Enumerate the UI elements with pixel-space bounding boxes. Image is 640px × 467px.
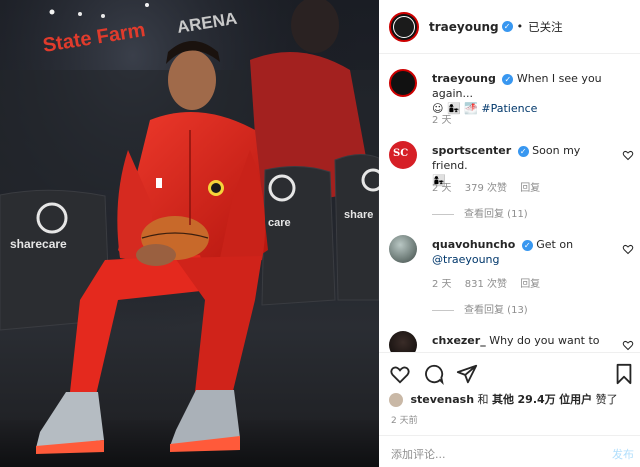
likes-summary[interactable]: stevenash 和 其他 29.4万 位用户 赞了 (389, 391, 618, 407)
comment-icon[interactable] (423, 363, 445, 385)
commenter-username[interactable]: sportscenter (432, 144, 511, 157)
header-username[interactable]: traeyoung (429, 20, 499, 34)
photo-illustration: sharecare care share State Farm ARENA (0, 0, 379, 467)
post-actions: stevenash 和 其他 29.4万 位用户 赞了 2 天前 添加评论...… (379, 352, 640, 467)
commenter-username[interactable]: quavohuncho (432, 238, 515, 251)
add-comment-bar: 添加评论... 发布 (379, 435, 640, 467)
comments-list[interactable]: traeyoung ✓ When I see you again... ☺ 👩‍… (379, 55, 640, 352)
caption-username[interactable]: traeyoung (432, 72, 496, 85)
caption-age: 2 天 (432, 115, 452, 126)
post-header: traeyoung ✓ • 已关注 (379, 0, 640, 54)
commenter-avatar[interactable] (389, 331, 417, 352)
comment-likes[interactable]: 379 次赞 (465, 183, 507, 194)
commenter-avatar[interactable] (389, 235, 417, 263)
commenter-username[interactable]: chxezer_ (432, 334, 486, 347)
comment-item: chxezer_ Why do you want to (389, 331, 634, 352)
post-comment-button[interactable]: 发布 (612, 446, 634, 462)
bookmark-icon[interactable] (614, 363, 634, 385)
caption-body: traeyoung ✓ When I see you again... ☺ 👩‍… (432, 71, 632, 116)
comment-meta: 2 天 379 次赞 回复 (432, 179, 550, 194)
svg-text:share: share (344, 209, 373, 221)
comment-item: quavohuncho ✓ Get on @traeyoung 2 天 831 … (389, 235, 634, 327)
follow-status-button[interactable]: 已关注 (528, 19, 563, 35)
header-avatar[interactable] (389, 11, 419, 42)
svg-text:care: care (268, 217, 291, 229)
comment-age: 2 天 (432, 279, 452, 290)
comment-likes[interactable]: 831 次赞 (465, 279, 507, 290)
comment-text: Why do you want to (489, 334, 600, 347)
verified-icon: ✓ (501, 21, 513, 32)
comment-text: Get on (536, 238, 574, 251)
comment-input[interactable]: 添加评论... (391, 446, 446, 462)
separator-dot: • (516, 20, 524, 33)
likes-action: 赞了 (595, 393, 618, 406)
seat-logo-text: sharecare (10, 237, 67, 251)
liker-avatar (389, 393, 403, 407)
view-replies-button[interactable]: 查看回复 (13) (432, 301, 528, 316)
comment-item: SC sportscenter ✓ Soon my friend. 👩‍👧 2 … (389, 141, 634, 233)
post-timestamp[interactable]: 2 天前 (391, 413, 418, 426)
comment-body: quavohuncho ✓ Get on @traeyoung (432, 237, 612, 267)
caption-avatar[interactable] (389, 69, 417, 97)
hashtag-link[interactable]: #Patience (481, 102, 537, 115)
like-comment-heart-icon[interactable] (622, 339, 634, 351)
caption-meta: 2 天 (432, 111, 462, 126)
likes-suffix: 位用户 (559, 393, 593, 406)
reply-button[interactable]: 回复 (520, 183, 540, 194)
like-comment-heart-icon[interactable] (622, 243, 634, 255)
verified-icon: ✓ (502, 73, 514, 85)
like-comment-heart-icon[interactable] (622, 149, 634, 161)
liker-username[interactable]: stevenash (411, 393, 475, 406)
comment-meta: 2 天 831 次赞 回复 (432, 275, 550, 290)
like-heart-icon[interactable] (389, 363, 411, 385)
caption: traeyoung ✓ When I see you again... ☺ 👩‍… (389, 69, 634, 129)
verified-icon: ✓ (521, 239, 533, 251)
post-details-panel: traeyoung ✓ • 已关注 traeyoung ✓ When I see… (379, 0, 640, 467)
comment-age: 2 天 (432, 183, 452, 194)
reply-button[interactable]: 回复 (520, 279, 540, 290)
share-send-icon[interactable] (456, 363, 478, 385)
view-replies-button[interactable]: 查看回复 (11) (432, 205, 528, 220)
likes-others[interactable]: 其他 (492, 393, 514, 406)
verified-icon: ✓ (517, 145, 529, 157)
action-icons (389, 363, 634, 385)
comment-body: chxezer_ Why do you want to (432, 333, 612, 348)
mention-link[interactable]: @traeyoung (432, 253, 500, 266)
likes-connector: 和 (477, 393, 489, 406)
likes-count[interactable]: 29.4万 (518, 393, 556, 406)
post-photo[interactable]: sharecare care share State Farm ARENA (0, 0, 379, 467)
commenter-avatar[interactable]: SC (389, 141, 417, 169)
